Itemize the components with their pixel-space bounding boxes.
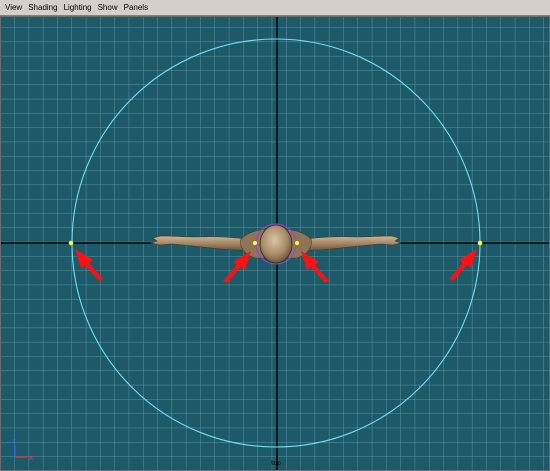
menu-panels[interactable]: Panels: [121, 0, 151, 16]
menu-view[interactable]: View: [0, 0, 25, 16]
circle-cv-marker: [419, 386, 421, 388]
viewport-canvas[interactable]: x z top: [1, 17, 550, 471]
maya-top-viewport-panel: View Shading Lighting Show Panels x z to…: [0, 0, 550, 471]
circle-cv-marker: [131, 98, 133, 100]
gizmo-z-label: z: [12, 437, 16, 445]
3d-viewport[interactable]: x z top: [0, 16, 550, 471]
menu-shading[interactable]: Shading: [25, 0, 60, 16]
panel-menu-bar: View Shading Lighting Show Panels: [0, 0, 550, 16]
menu-show[interactable]: Show: [95, 0, 121, 16]
circle-control-point-right[interactable]: [477, 240, 483, 246]
camera-name-label: top: [271, 460, 281, 467]
head: [259, 224, 293, 264]
circle-cv-marker: [419, 98, 421, 100]
shoulder-control-point-left[interactable]: [253, 241, 257, 245]
circle-control-point-left[interactable]: [68, 240, 74, 246]
gizmo-x-label: x: [29, 454, 33, 462]
shoulder-control-point-right[interactable]: [295, 241, 299, 245]
circle-cv-marker: [131, 386, 133, 388]
menu-lighting[interactable]: Lighting: [61, 0, 95, 16]
